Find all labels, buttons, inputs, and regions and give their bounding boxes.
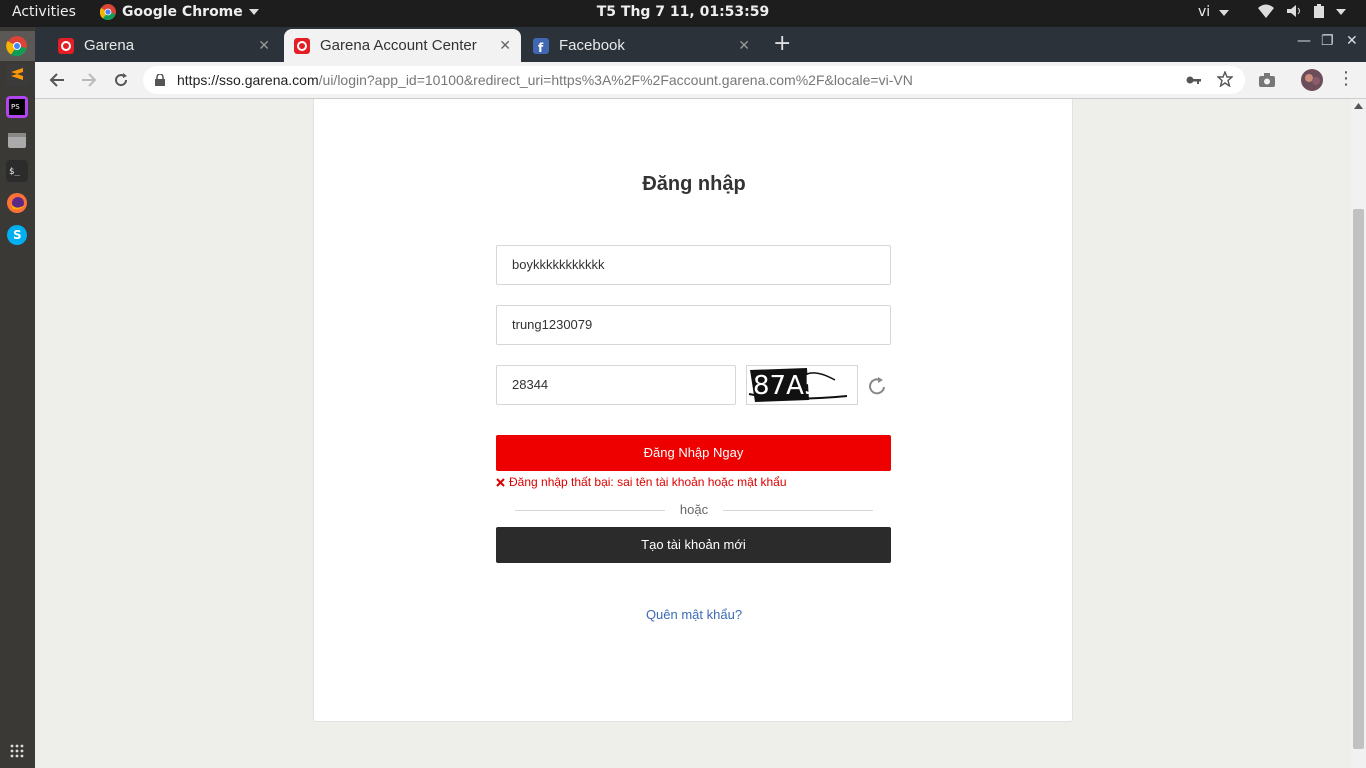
captcha-image: 87A59	[746, 365, 858, 405]
page-viewport: Đăng nhập boykkkkkkkkkkk trung1230079 28…	[35, 99, 1351, 768]
captcha-graphic: 87A59	[748, 368, 848, 402]
url-host: https://sso.garena.com	[177, 72, 319, 88]
dock: PS $_ S	[0, 27, 35, 768]
svg-text:S: S	[13, 228, 22, 242]
facebook-icon: f	[533, 37, 549, 54]
browser-toolbar: https://sso.garena.com/ui/login?app_id=1…	[35, 62, 1366, 99]
chrome-icon[interactable]	[6, 35, 28, 57]
chevron-down-icon	[1336, 9, 1346, 15]
page-scrollbar[interactable]	[1351, 99, 1366, 768]
forward-icon[interactable]	[81, 72, 97, 88]
skype-icon[interactable]: S	[6, 224, 28, 246]
menu-icon[interactable]: ⋮	[1337, 68, 1355, 89]
svg-text:PS: PS	[11, 103, 20, 111]
app-menu-label: Google Chrome	[122, 4, 243, 20]
key-icon[interactable]	[1186, 74, 1202, 86]
error-icon	[496, 477, 505, 487]
login-card: Đăng nhập boykkkkkkkkkkk trung1230079 28…	[313, 99, 1073, 722]
avatar[interactable]	[1301, 69, 1323, 91]
tab-facebook[interactable]: f Facebook ✕	[525, 29, 760, 62]
address-bar[interactable]: https://sso.garena.com/ui/login?app_id=1…	[143, 66, 1245, 94]
app-grid-icon[interactable]	[6, 740, 28, 762]
volume-icon	[1287, 5, 1300, 17]
url-text: https://sso.garena.com/ui/login?app_id=1…	[177, 72, 913, 88]
phpstorm-icon[interactable]: PS	[6, 96, 28, 118]
svg-text:f: f	[538, 41, 544, 54]
scrollbar-thumb[interactable]	[1353, 209, 1364, 749]
forgot-password-link[interactable]: Quên mật khẩu?	[314, 607, 1074, 622]
svg-text:$_: $_	[9, 167, 20, 177]
refresh-captcha-icon[interactable]	[867, 376, 887, 396]
chevron-down-icon	[248, 9, 259, 15]
browser-window: Garena ✕ Garena Account Center ✕ f Faceb…	[35, 27, 1366, 768]
chrome-icon	[100, 4, 116, 20]
restore-button[interactable]: ❐	[1321, 33, 1334, 49]
tab-label: Facebook	[559, 37, 625, 54]
terminal-icon[interactable]: $_	[6, 160, 28, 182]
username-field[interactable]: boykkkkkkkkkkk	[496, 245, 891, 285]
activities-button[interactable]: Activities	[12, 4, 76, 20]
clock[interactable]: T5 Thg 7 11, 01:53:59	[597, 4, 770, 20]
close-window-button[interactable]: ✕	[1346, 33, 1358, 49]
captcha-input[interactable]: 28344	[496, 365, 736, 405]
new-tab-button[interactable]: +	[773, 31, 791, 56]
tab-garena-account-center[interactable]: Garena Account Center ✕	[284, 29, 521, 62]
divider-right	[723, 510, 873, 511]
system-top-bar: Activities Google Chrome T5 Thg 7 11, 01…	[0, 0, 1366, 27]
star-icon[interactable]	[1217, 71, 1233, 87]
system-tray[interactable]	[1258, 4, 1346, 18]
scroll-up-icon[interactable]	[1354, 103, 1363, 109]
error-text: Đăng nhập thất bại: sai tên tài khoản ho…	[509, 475, 787, 489]
sublime-icon[interactable]	[6, 64, 28, 86]
close-icon[interactable]: ✕	[738, 37, 750, 54]
garena-icon	[294, 37, 310, 54]
lock-icon	[155, 74, 165, 86]
language-label: vi	[1198, 4, 1211, 20]
wifi-icon	[1258, 4, 1274, 18]
camera-icon[interactable]	[1259, 73, 1275, 87]
error-message: Đăng nhập thất bại: sai tên tài khoản ho…	[496, 475, 787, 489]
language-indicator[interactable]: vi	[1198, 4, 1229, 20]
files-icon[interactable]	[6, 129, 28, 151]
firefox-icon[interactable]	[6, 192, 28, 214]
garena-icon	[58, 37, 74, 54]
reload-icon[interactable]	[113, 72, 129, 88]
back-icon[interactable]	[49, 72, 65, 88]
url-path: /ui/login?app_id=10100&redirect_uri=http…	[318, 72, 913, 88]
minimize-button[interactable]: —	[1297, 33, 1311, 49]
page-title: Đăng nhập	[642, 173, 746, 195]
password-field[interactable]: trung1230079	[496, 305, 891, 345]
tab-label: Garena	[84, 37, 135, 54]
tab-strip: Garena ✕ Garena Account Center ✕ f Faceb…	[35, 27, 1366, 62]
app-menu[interactable]: Google Chrome	[100, 4, 259, 20]
login-button[interactable]: Đăng Nhập Ngay	[496, 435, 891, 471]
close-icon[interactable]: ✕	[499, 37, 511, 54]
or-label: hoặc	[679, 502, 709, 517]
close-icon[interactable]: ✕	[258, 37, 270, 54]
register-button[interactable]: Tạo tài khoản mới	[496, 527, 891, 563]
battery-icon	[1314, 4, 1324, 18]
chevron-down-icon	[1218, 10, 1229, 16]
tab-label: Garena Account Center	[320, 37, 477, 54]
tab-garena[interactable]: Garena ✕	[40, 29, 280, 62]
